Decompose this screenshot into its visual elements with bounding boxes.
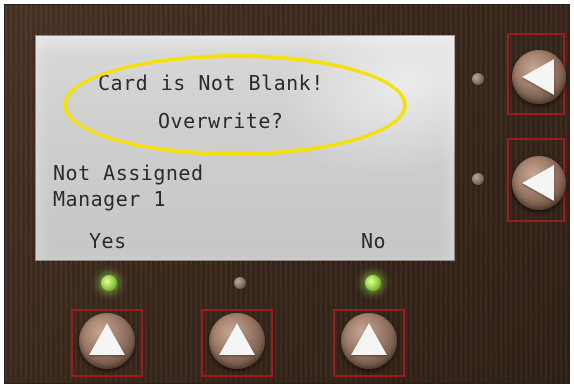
lcd-info-line1: Not Assigned (53, 161, 204, 185)
middle-button[interactable] (209, 313, 265, 369)
softkey-label-yes: Yes (89, 229, 127, 253)
up-arrow-icon (351, 323, 387, 355)
message-highlight-ellipse (63, 54, 407, 156)
up-arrow-icon (89, 323, 125, 355)
indicator-led-right-top (472, 73, 484, 85)
no-button[interactable] (341, 313, 397, 369)
softkey-label-no: No (361, 229, 387, 253)
indicator-led-no (365, 275, 381, 291)
lcd-info-line2: Manager 1 (53, 187, 166, 211)
up-arrow-icon (219, 323, 255, 355)
indicator-led-middle (234, 277, 246, 289)
indicator-led-right-bottom (472, 173, 484, 185)
indicator-led-yes (101, 275, 117, 291)
left-arrow-icon (522, 165, 554, 201)
right-button-bottom[interactable] (512, 156, 566, 210)
left-arrow-icon (522, 59, 554, 95)
right-button-top[interactable] (512, 50, 566, 104)
device-panel: Card is Not Blank! Overwrite? Not Assign… (4, 4, 570, 384)
yes-button[interactable] (79, 313, 135, 369)
